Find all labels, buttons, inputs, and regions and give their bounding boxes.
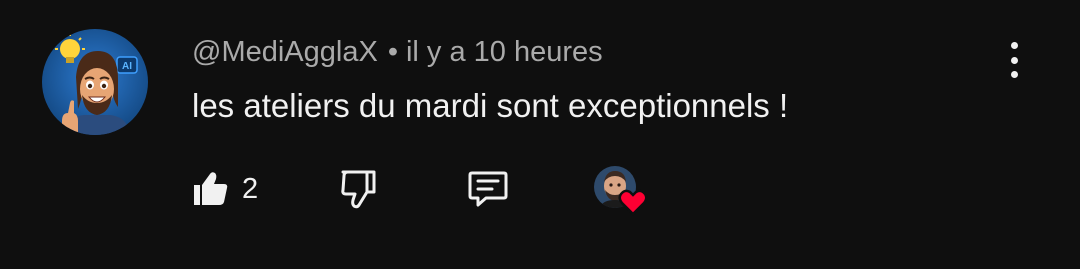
creator-heart-badge[interactable]: [594, 166, 648, 216]
more-vertical-icon-dot: [1010, 71, 1018, 78]
comment-text: les ateliers du mardi sont exceptionnels…: [192, 87, 789, 124]
svg-text:AI: AI: [122, 61, 132, 72]
comment-icon: [468, 171, 508, 207]
header-separator: •: [387, 36, 398, 68]
author-name[interactable]: @MediAgglaX: [192, 36, 378, 68]
thumb-down-icon: [341, 170, 376, 209]
more-options-button[interactable]: [996, 38, 1032, 82]
reply-button[interactable]: [466, 168, 510, 210]
like-button[interactable]: [190, 168, 230, 208]
more-vertical-icon-dot: [1010, 42, 1018, 49]
thumb-up-icon: [194, 172, 228, 205]
author-avatar[interactable]: AI: [42, 29, 148, 135]
comment-header: @MediAgglaX • il y a 10 heures: [192, 33, 603, 71]
comment-timestamp[interactable]: il y a 10 heures: [406, 36, 603, 68]
like-count: 2: [242, 173, 259, 205]
dislike-button[interactable]: [338, 168, 378, 210]
heart-icon: [618, 189, 648, 216]
comment-item: AI @MediAgglaX • il y a 10 heures les ate: [0, 0, 1080, 269]
more-vertical-icon-dot: [1010, 56, 1018, 64]
